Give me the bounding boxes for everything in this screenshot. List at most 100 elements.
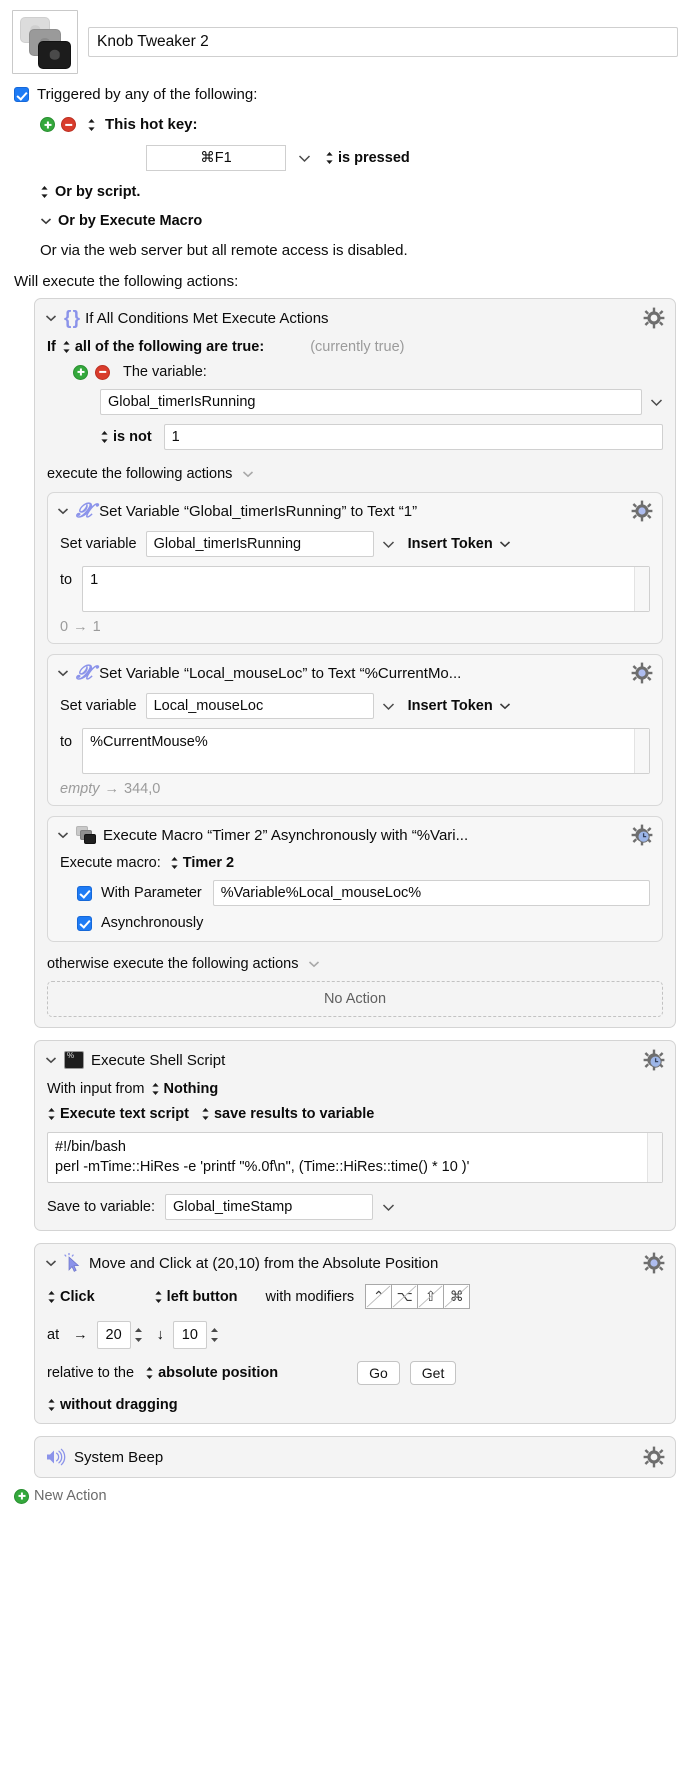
execute-macro-trigger-chevron-down-icon[interactable]: [40, 217, 52, 225]
move-and-click-header[interactable]: Move and Click at (20,10) from the Absol…: [35, 1244, 675, 1282]
macro-name-input[interactable]: Knob Tweaker 2: [88, 27, 678, 57]
condition-mode-label[interactable]: all of the following are true:: [75, 339, 264, 355]
otherwise-actions-chevron-down-icon[interactable]: [308, 960, 320, 968]
new-action-row[interactable]: New Action: [0, 1478, 690, 1504]
click-action-label[interactable]: Click: [60, 1289, 95, 1305]
condition-variable-chevron-down-icon[interactable]: [650, 398, 663, 407]
save-to-variable-chevron-down-icon[interactable]: [382, 1203, 395, 1212]
add-trigger-icon[interactable]: [40, 117, 55, 132]
triggered-by-checkbox[interactable]: [14, 87, 29, 102]
modifier-option-toggle[interactable]: ⌥: [391, 1284, 419, 1310]
execute-mode-label[interactable]: Execute text script: [60, 1106, 189, 1122]
action-move-and-click[interactable]: Move and Click at (20,10) from the Absol…: [34, 1243, 676, 1425]
textarea-scrollbar[interactable]: [634, 567, 649, 611]
action-if-all-conditions[interactable]: { } If All Conditions Met Execute Action…: [34, 298, 676, 1028]
gear-clock-icon[interactable]: [643, 1049, 665, 1071]
relative-to-value[interactable]: absolute position: [158, 1365, 278, 1381]
shell-script-disclosure-chevron-down-icon[interactable]: [45, 1056, 57, 1064]
hotkey-condition-stepper-icon[interactable]: [325, 151, 334, 165]
insert-token-chevron-down-icon[interactable]: [499, 702, 511, 710]
operator-stepper-icon[interactable]: [100, 430, 109, 444]
x-coordinate-stepper[interactable]: [131, 1321, 146, 1349]
shell-script-editor[interactable]: #!/bin/bash perl -mTime::HiRes -e 'print…: [47, 1132, 663, 1184]
shell-script-header[interactable]: Execute Shell Script: [35, 1041, 675, 1079]
execute-macro-name[interactable]: Timer 2: [183, 855, 234, 871]
go-button[interactable]: Go: [357, 1361, 400, 1386]
gear-icon[interactable]: [643, 1446, 665, 1468]
set-variable-local-name-input[interactable]: Local_mouseLoc: [145, 693, 374, 719]
modifier-control-toggle[interactable]: ⌃: [365, 1284, 393, 1310]
with-input-stepper-icon[interactable]: [151, 1082, 160, 1096]
execute-macro-disclosure-chevron-down-icon[interactable]: [57, 831, 69, 839]
insert-token-button[interactable]: Insert Token: [408, 536, 493, 552]
if-block-disclosure-chevron-down-icon[interactable]: [45, 314, 57, 322]
set-variable-global-header[interactable]: 𝓧 Set Variable “Global_timerIsRunning” t…: [48, 493, 662, 529]
insert-token-chevron-down-icon[interactable]: [499, 540, 511, 548]
gear-icon[interactable]: [631, 662, 653, 684]
or-by-script-row[interactable]: Or by script.: [14, 184, 678, 200]
execute-macro-stepper-icon[interactable]: [170, 856, 179, 870]
drag-mode-stepper-icon[interactable]: [47, 1398, 56, 1412]
set-variable-local-disclosure-chevron-down-icon[interactable]: [57, 669, 69, 677]
gear-icon[interactable]: [631, 500, 653, 522]
set-variable-local-value-input[interactable]: %CurrentMouse%: [82, 728, 650, 774]
modifiers-group[interactable]: ⌃ ⌥ ⇧ ⌘: [365, 1284, 471, 1310]
system-beep-header[interactable]: System Beep: [35, 1437, 675, 1477]
action-set-variable-local[interactable]: 𝓧 Set Variable “Local_mouseLoc” to Text …: [47, 654, 663, 806]
gear-clock-icon[interactable]: [631, 824, 653, 846]
condition-mode-stepper-icon[interactable]: [62, 340, 71, 354]
insert-token-button[interactable]: Insert Token: [408, 698, 493, 714]
textarea-scrollbar[interactable]: [647, 1133, 662, 1183]
y-coordinate-input[interactable]: 10: [172, 1321, 207, 1350]
macro-stack-icon[interactable]: [12, 10, 78, 74]
add-action-icon[interactable]: [14, 1488, 29, 1504]
execute-macro-header[interactable]: Execute Macro “Timer 2” Asynchronously w…: [48, 817, 662, 853]
save-to-variable-input[interactable]: Global_timeStamp: [165, 1194, 374, 1221]
remove-condition-icon[interactable]: [95, 364, 110, 380]
gear-icon[interactable]: [643, 1252, 665, 1274]
operator-label[interactable]: is not: [113, 429, 152, 445]
then-label-row[interactable]: execute the following actions: [47, 466, 663, 482]
hotkey-input[interactable]: ⌘F1: [146, 145, 286, 171]
relative-to-stepper-icon[interactable]: [145, 1366, 154, 1380]
action-set-variable-global[interactable]: 𝓧 Set Variable “Global_timerIsRunning” t…: [47, 492, 663, 644]
no-action-placeholder[interactable]: No Action: [47, 981, 663, 1017]
results-mode-label[interactable]: save results to variable: [214, 1106, 374, 1122]
click-action-stepper-icon[interactable]: [47, 1290, 56, 1304]
set-variable-global-name-chevron-down-icon[interactable]: [382, 540, 395, 549]
y-coordinate-stepper[interactable]: [207, 1321, 222, 1349]
drag-mode-label[interactable]: without dragging: [60, 1397, 178, 1413]
action-execute-macro[interactable]: Execute Macro “Timer 2” Asynchronously w…: [47, 816, 663, 942]
set-variable-local-header[interactable]: 𝓧 Set Variable “Local_mouseLoc” to Text …: [48, 655, 662, 691]
set-variable-local-name-chevron-down-icon[interactable]: [382, 702, 395, 711]
move-and-click-disclosure-chevron-down-icon[interactable]: [45, 1259, 57, 1267]
textarea-scrollbar[interactable]: [634, 729, 649, 773]
script-trigger-stepper-icon[interactable]: [40, 185, 49, 199]
click-button-label[interactable]: left button: [167, 1289, 238, 1305]
set-variable-global-disclosure-chevron-down-icon[interactable]: [57, 507, 69, 515]
results-mode-stepper-icon[interactable]: [201, 1107, 210, 1121]
or-by-execute-macro-row[interactable]: Or by Execute Macro: [14, 213, 678, 229]
hotkey-dropdown-chevron-down-icon[interactable]: [298, 154, 311, 163]
with-parameter-checkbox[interactable]: [77, 885, 92, 901]
set-variable-global-name-input[interactable]: Global_timerIsRunning: [145, 531, 374, 557]
operand-input[interactable]: 1: [163, 424, 663, 450]
condition-variable-input[interactable]: Global_timerIsRunning: [100, 389, 642, 415]
action-system-beep[interactable]: System Beep: [34, 1436, 676, 1479]
click-button-stepper-icon[interactable]: [154, 1290, 163, 1304]
add-condition-icon[interactable]: [73, 364, 88, 380]
with-input-value[interactable]: Nothing: [164, 1081, 219, 1097]
get-button[interactable]: Get: [409, 1361, 457, 1386]
otherwise-label-row[interactable]: otherwise execute the following actions: [47, 956, 663, 972]
modifier-shift-toggle[interactable]: ⇧: [417, 1284, 445, 1310]
then-actions-chevron-down-icon[interactable]: [242, 470, 254, 478]
if-block-header[interactable]: { } If All Conditions Met Execute Action…: [35, 299, 675, 337]
x-coordinate-input[interactable]: 20: [96, 1321, 131, 1350]
asynchronously-checkbox[interactable]: [77, 915, 92, 931]
remove-trigger-icon[interactable]: [61, 117, 76, 132]
execute-mode-stepper-icon[interactable]: [47, 1107, 56, 1121]
gear-icon[interactable]: [643, 307, 665, 329]
modifier-command-toggle[interactable]: ⌘: [443, 1284, 471, 1310]
trigger-type-stepper-icon[interactable]: [87, 118, 96, 132]
action-execute-shell-script[interactable]: Execute Shell Script With input from: [34, 1040, 676, 1232]
